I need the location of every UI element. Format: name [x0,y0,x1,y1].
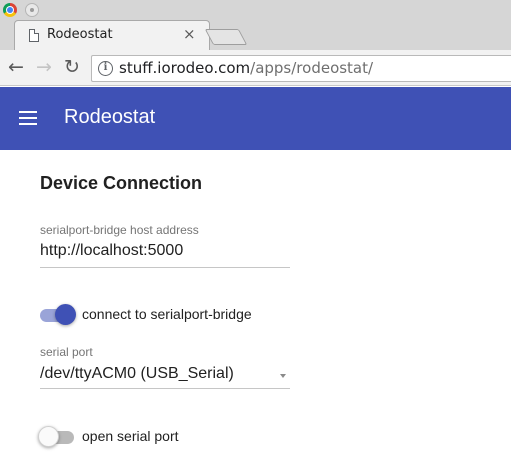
reload-icon[interactable]: ↻ [64,56,80,78]
forward-icon[interactable]: → [36,56,52,78]
tab-title: Rodeostat [47,27,113,42]
chrome-logo-icon [3,3,17,17]
url-path: /apps/rodeostat/ [250,59,374,77]
new-tab-button[interactable] [204,29,248,45]
bridge-connect-label[interactable]: connect to serialport-bridge [82,306,252,322]
url-text[interactable]: stuff.iorodeo.com/apps/rodeostat/ [119,59,373,77]
close-tab-icon[interactable]: × [183,25,196,43]
device-connection-panel: Device Connection serialport-bridge host… [0,150,511,465]
chevron-down-icon[interactable] [280,374,286,378]
menu-icon[interactable] [19,111,37,125]
toggle-thumb[interactable] [38,426,59,447]
host-address-label: serialport-bridge host address [40,223,199,237]
url-host: stuff.iorodeo.com [119,59,251,77]
document-icon [29,29,39,42]
serial-port-select[interactable]: /dev/ttyACM0 (USB_Serial) [40,365,234,383]
browser-toolbar: ← → ↻ i stuff.iorodeo.com/apps/rodeostat… [0,50,511,86]
info-icon[interactable]: i [98,61,113,76]
serial-port-label: serial port [40,345,93,359]
open-serial-port-toggle[interactable] [38,426,76,448]
window-menu-button[interactable] [25,3,39,17]
app-bar: Rodeostat [0,87,511,150]
serial-port-underline [40,388,290,389]
browser-tab[interactable]: Rodeostat × [14,20,210,50]
toggle-thumb[interactable] [55,304,76,325]
back-icon[interactable]: ← [8,56,24,78]
bridge-connect-toggle[interactable] [40,304,76,326]
host-address-input[interactable]: http://localhost:5000 [40,242,183,260]
browser-tab-strip: Rodeostat × [0,0,511,50]
address-bar[interactable]: i stuff.iorodeo.com/apps/rodeostat/ [91,55,511,82]
app-title: Rodeostat [64,106,156,128]
section-title: Device Connection [40,173,203,193]
open-serial-port-label[interactable]: open serial port [82,428,179,444]
host-address-underline [40,267,290,268]
